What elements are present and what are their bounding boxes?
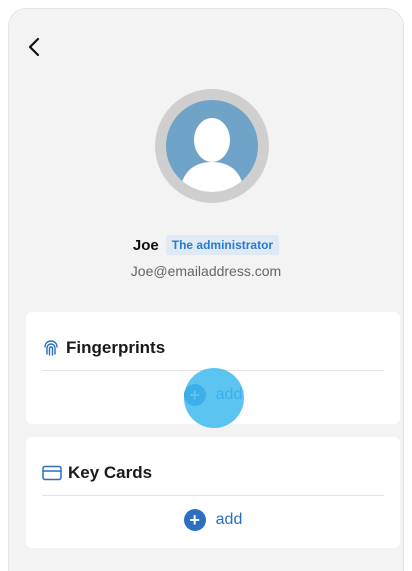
add-fingerprint-button[interactable]: + add	[26, 384, 400, 406]
user-name: Joe	[132, 236, 159, 254]
profile-name-row: Joe The administrator	[9, 235, 403, 255]
key-cards-header: Key Cards	[42, 463, 152, 483]
fingerprint-icon	[44, 340, 58, 356]
user-email: Joe@emailaddress.com	[130, 263, 282, 279]
plus-icon: +	[183, 384, 206, 406]
divider	[42, 370, 384, 371]
fingerprints-card: Fingerprints + add	[26, 312, 400, 424]
user-avatar-icon	[166, 100, 258, 192]
add-key-card-button[interactable]: + add	[26, 509, 400, 531]
divider	[42, 495, 384, 496]
fingerprints-title: Fingerprints	[66, 338, 166, 357]
key-cards-title: Key Cards	[68, 463, 153, 482]
card-icon	[42, 465, 62, 481]
chevron-left-icon	[28, 37, 40, 57]
screen: Joe The administrator Joe@emailaddress.c…	[8, 8, 404, 571]
key-cards-card: Key Cards + add	[26, 437, 400, 548]
avatar[interactable]	[155, 89, 269, 203]
role-badge: The administrator	[165, 235, 280, 255]
fingerprints-header: Fingerprints	[42, 338, 165, 358]
add-key-card-label: add	[215, 511, 243, 528]
plus-icon: +	[183, 509, 206, 531]
back-button[interactable]	[23, 35, 47, 59]
add-fingerprint-label: add	[215, 386, 243, 403]
